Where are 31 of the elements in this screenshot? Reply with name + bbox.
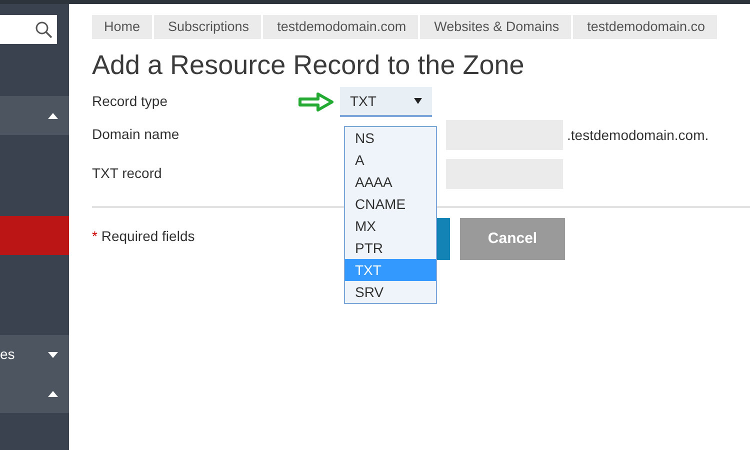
- field-label: Domain name: [92, 126, 180, 142]
- dropdown-option[interactable]: A: [345, 149, 436, 171]
- domain-suffix: .testdemodomain.com.: [567, 126, 709, 144]
- dropdown-option[interactable]: SRV: [345, 281, 436, 303]
- caret-up-icon: [48, 390, 58, 396]
- nav-section-header[interactable]: [0, 374, 69, 413]
- breadcrumb-link[interactable]: Subscriptions: [154, 15, 264, 39]
- active-nav-item[interactable]: [0, 216, 69, 255]
- dropdown-option[interactable]: CNAME: [345, 193, 436, 215]
- dropdown-option[interactable]: PTR: [345, 237, 436, 259]
- breadcrumb-link[interactable]: testdemodomain.co: [573, 15, 719, 39]
- arrow-icon: [298, 92, 334, 112]
- dropdown-option[interactable]: MX: [345, 215, 436, 237]
- caret-up-icon: [48, 112, 58, 118]
- required-note: * Required fields: [92, 228, 195, 244]
- nav-section-header[interactable]: [0, 96, 69, 135]
- field-label: TXT record: [92, 165, 162, 181]
- breadcrumb-link[interactable]: testdemodomain.com: [263, 15, 420, 39]
- field-label: Record type: [92, 93, 168, 109]
- breadcrumb-link[interactable]: Websites & Domains: [420, 15, 574, 39]
- search-icon: [35, 20, 53, 38]
- page-title: Add a Resource Record to the Zone: [92, 49, 526, 82]
- nav-section-header[interactable]: es: [0, 335, 69, 374]
- breadcrumb-link[interactable]: Home: [92, 15, 154, 39]
- caret-down-icon: [48, 352, 58, 358]
- nav-section-label: es: [0, 345, 15, 364]
- record-type-select[interactable]: TXT: [340, 87, 432, 117]
- search-field[interactable]: [0, 15, 57, 44]
- caret-down-icon: [414, 98, 422, 104]
- dropdown-option[interactable]: NS: [345, 127, 436, 149]
- dropdown-option[interactable]: AAAA: [345, 171, 436, 193]
